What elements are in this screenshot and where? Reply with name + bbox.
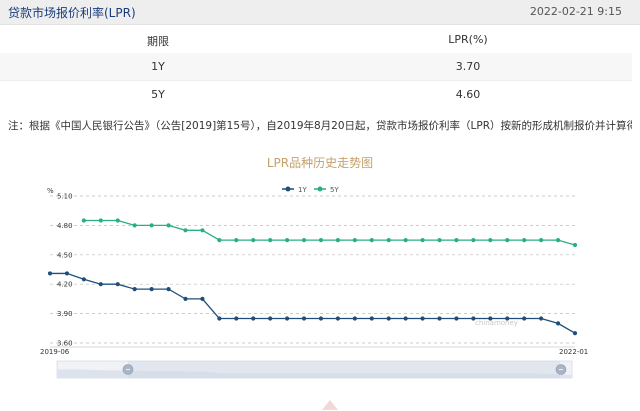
- column-header-term: 期限: [147, 35, 169, 48]
- lpr-history-chart: 1Y 5Y%5.10 4.80 4.50 4.20 3.90 3.60 chinamoney 2…: [40, 186, 588, 379]
- data-point: [98, 218, 103, 223]
- data-point: [183, 228, 188, 233]
- x-start-label: 2019-06: [40, 348, 70, 356]
- y-tick-label: 3.60: [57, 340, 73, 348]
- y-tick-label: 4.20: [57, 281, 73, 289]
- table-row: 5Y 4.60: [0, 80, 632, 108]
- data-point: [420, 238, 425, 243]
- data-point: [217, 238, 222, 243]
- rate-cell: 3.70: [455, 60, 481, 73]
- data-point: [64, 271, 70, 276]
- data-point: [149, 287, 154, 292]
- data-point: [132, 287, 137, 292]
- data-point: [539, 316, 544, 321]
- data-point: [522, 316, 527, 321]
- data-point: [115, 218, 120, 223]
- data-point: [386, 238, 391, 243]
- data-point: [251, 238, 256, 243]
- data-point: [149, 223, 154, 228]
- y-axis-unit: %: [47, 187, 54, 195]
- term-cell: 1Y: [151, 60, 165, 73]
- watermark-logo: [322, 400, 338, 410]
- data-point: [81, 218, 86, 223]
- data-point: [234, 238, 239, 243]
- data-point: [318, 238, 324, 243]
- chart-watermark: chinamoney: [475, 319, 518, 327]
- data-point: [352, 316, 357, 321]
- data-point: [166, 287, 171, 292]
- rate-cell: 4.60: [455, 88, 481, 101]
- data-point: [268, 316, 273, 321]
- data-point: [284, 238, 290, 243]
- update-timestamp: 2022-02-21 9:15: [529, 5, 622, 18]
- y-tick-label: 3.90: [57, 310, 73, 318]
- data-point: [369, 316, 374, 321]
- chart-title: LPR品种历史走势图: [266, 156, 374, 170]
- data-point: [403, 238, 408, 243]
- lpr-table: 期限 LPR(%) 1Y 3.70 5Y 4.60: [0, 26, 632, 108]
- data-point: [301, 316, 307, 321]
- y-tick-label: 4.50: [57, 251, 73, 259]
- data-point: [98, 282, 103, 287]
- data-point: [200, 228, 205, 233]
- data-point: [132, 223, 137, 228]
- legend-label-5y: 5Y: [330, 186, 339, 194]
- table-row: 1Y 3.70: [0, 53, 632, 80]
- data-point: [284, 316, 290, 321]
- data-point: [335, 238, 341, 243]
- data-point: [420, 316, 425, 321]
- y-tick-label: 4.80: [57, 222, 73, 230]
- data-point: [352, 238, 357, 243]
- term-cell: 5Y: [151, 88, 165, 101]
- data-point: [234, 316, 239, 321]
- data-point: [488, 238, 493, 243]
- data-point: [555, 321, 561, 326]
- data-point: [268, 238, 273, 243]
- data-point: [369, 238, 374, 243]
- data-point: [505, 238, 510, 243]
- data-point: [217, 316, 222, 321]
- data-point: [301, 238, 307, 243]
- column-header-rate: LPR(%): [448, 33, 488, 46]
- data-point: [555, 238, 561, 243]
- data-point: [81, 277, 86, 282]
- zoom-slider-selection[interactable]: [128, 361, 560, 378]
- data-point: [386, 316, 391, 321]
- legend-label-1y: 1Y: [298, 186, 307, 194]
- footnote: 注：根据《中国人民银行公告》（公告[2019]第15号），自2019年8月20日…: [8, 120, 632, 132]
- data-point: [454, 316, 459, 321]
- legend-marker: [317, 186, 323, 192]
- y-tick-label: 5.10: [57, 193, 73, 201]
- data-point: [572, 242, 578, 248]
- data-point: [47, 271, 53, 276]
- data-point: [251, 316, 256, 321]
- data-point: [115, 282, 120, 287]
- legend-marker: [285, 186, 291, 192]
- data-point: [318, 316, 324, 321]
- page-header: 贷款市场报价利率(LPR) 2022-02-21 9:15: [0, 0, 640, 25]
- data-point: [437, 316, 442, 321]
- data-point: [572, 331, 578, 336]
- table-header-row: 期限 LPR(%): [0, 26, 632, 53]
- data-point: [522, 238, 527, 243]
- data-point: [471, 238, 476, 243]
- data-point: [454, 238, 459, 243]
- data-point: [166, 223, 171, 228]
- data-point: [335, 316, 341, 321]
- x-end-label: 2022-01: [559, 348, 588, 356]
- page-title: 贷款市场报价利率(LPR): [8, 6, 136, 20]
- data-point: [539, 238, 544, 243]
- data-point: [505, 316, 510, 321]
- data-point: [437, 238, 442, 243]
- data-point: [471, 316, 476, 321]
- data-point: [488, 316, 493, 321]
- series-line-5y: [83, 219, 576, 246]
- data-point: [403, 316, 408, 321]
- data-point: [183, 296, 188, 301]
- data-point: [200, 296, 205, 301]
